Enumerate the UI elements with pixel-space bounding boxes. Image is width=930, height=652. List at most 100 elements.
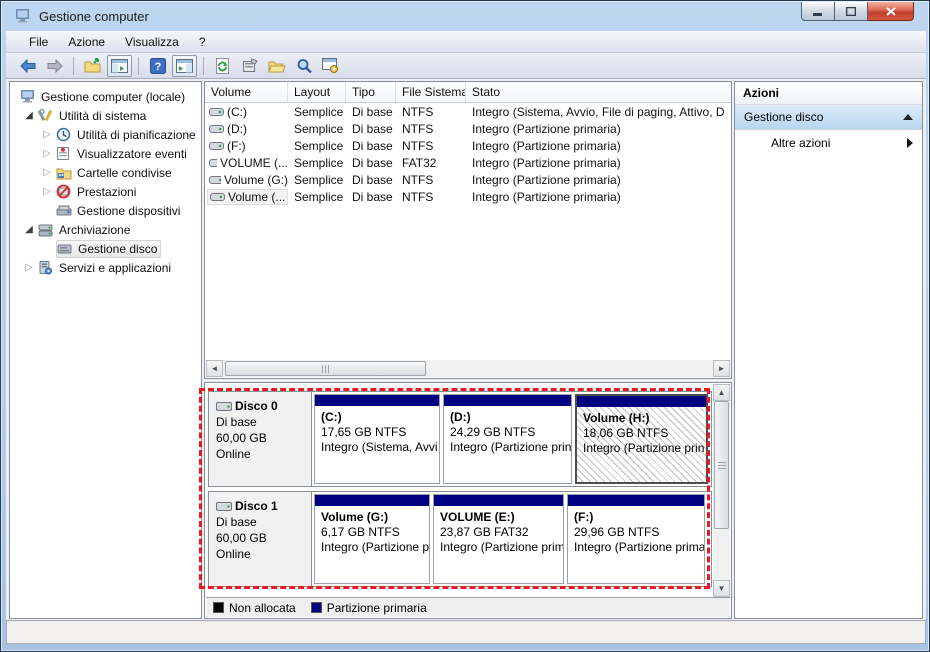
properties-button[interactable] (237, 55, 262, 77)
menu-file[interactable]: File (19, 32, 58, 52)
volume-stato: Integro (Partizione primaria) (472, 138, 621, 153)
menu-bar: File Azione Visualizza ? (6, 31, 926, 53)
back-button[interactable] (15, 55, 40, 77)
volume-row[interactable]: (F:) Semplice Di base NTFS Integro (Part… (205, 137, 731, 154)
tree-item-label: Gestione computer (locale) (41, 89, 186, 104)
open-folder-button[interactable] (264, 55, 289, 77)
volume-icon (209, 141, 224, 150)
tree-item-label: Cartelle condivise (77, 165, 172, 180)
tree-item-archiviazione[interactable]: ◢ Archiviazione (10, 220, 201, 239)
tree-item-utilita-di-pianificazione[interactable]: ▷ Utilità di pianificazione (10, 125, 201, 144)
volume-layout: Semplice (294, 104, 344, 119)
scroll-up-button[interactable]: ▲ (713, 384, 730, 401)
disk-name: Disco 0 (235, 399, 278, 413)
volume-stato: Integro (Partizione primaria) (472, 121, 621, 136)
tree-item-label: Prestazioni (77, 184, 137, 199)
folder-up-button[interactable] (80, 55, 105, 77)
tree-item-gestione-disco[interactable]: ▷ Gestione disco (10, 239, 201, 258)
menu-visualizza[interactable]: Visualizza (115, 32, 189, 52)
expander-collapsed-icon[interactable]: ▷ (38, 186, 56, 197)
partition-h-selected[interactable]: Volume (H:) 18,06 GB NTFS Integro (Parti… (575, 394, 708, 484)
console-tree-panel: Gestione computer (locale) ◢ Utilità di … (9, 81, 202, 619)
minimize-button[interactable] (801, 2, 835, 21)
event-viewer-icon (56, 146, 74, 161)
vertical-scrollbar[interactable]: ▲ ▼ (713, 384, 730, 597)
column-header-layout[interactable]: Layout (288, 82, 346, 102)
volume-stato: Integro (Partizione primaria) (472, 189, 621, 204)
partition-g[interactable]: Volume (G:) 6,17 GB NTFS Integro (Partiz… (314, 494, 430, 584)
volume-name: Volume (... (228, 189, 286, 204)
vertical-scroll-thumb[interactable] (714, 401, 729, 529)
partition-name: (D:) (450, 410, 471, 424)
tree-item-label: Utilità di sistema (59, 108, 147, 123)
partition-primary-bar (444, 395, 571, 406)
show-console-tree-button[interactable] (107, 54, 132, 77)
disk1-label[interactable]: Disco 1 Di base 60,00 GB Online (208, 491, 312, 587)
partition-status: Integro (Partizione prima (574, 540, 705, 554)
partition-size: 17,65 GB NTFS (321, 425, 407, 439)
expander-collapsed-icon[interactable]: ▷ (38, 148, 56, 159)
tree-item-servizi-e-applicazioni[interactable]: ▷ Servizi e applicazioni (10, 258, 201, 277)
show-action-pane-icon (176, 58, 193, 73)
task-scheduler-icon (56, 127, 74, 142)
expander-collapsed-icon[interactable]: ▷ (38, 167, 56, 178)
volume-row[interactable]: Volume (... Semplice Di base NTFS Integr… (205, 188, 731, 205)
tree-item-cartelle-condivise[interactable]: ▷ Cartelle condivise (10, 163, 201, 182)
volume-row[interactable]: (D:) Semplice Di base NTFS Integro (Part… (205, 120, 731, 137)
volume-name: (D:) (227, 121, 247, 136)
status-bar (6, 620, 926, 644)
actions-item-altre-azioni[interactable]: Altre azioni (735, 130, 922, 156)
volume-row[interactable]: Volume (G:) Semplice Di base NTFS Integr… (205, 171, 731, 188)
partition-c[interactable]: (C:) 17,65 GB NTFS Integro (Sistema, Avv… (314, 394, 440, 484)
submenu-arrow-icon (907, 138, 913, 148)
scroll-right-button[interactable]: ► (713, 360, 730, 377)
partition-size: 6,17 GB NTFS (321, 525, 400, 539)
expander-collapsed-icon[interactable]: ▷ (38, 129, 56, 140)
disk-icon (216, 501, 232, 511)
expander-collapsed-icon[interactable]: ▷ (20, 262, 38, 273)
column-header-stato[interactable]: Stato (466, 82, 731, 102)
folder-up-icon (84, 58, 100, 73)
close-button[interactable] (868, 2, 914, 21)
help-icon: ? (149, 57, 166, 74)
tree-item-utilita-di-sistema[interactable]: ◢ Utilità di sistema (10, 106, 201, 125)
column-header-file-sistema[interactable]: File Sistema (396, 82, 466, 102)
manage-button[interactable] (318, 55, 343, 77)
column-header-tipo[interactable]: Tipo (346, 82, 396, 102)
maximize-button[interactable] (835, 2, 868, 21)
tree-item-gestione-dispositivi[interactable]: ▷ Gestione dispositivi (10, 201, 201, 220)
volume-tipo: Di base (352, 138, 393, 153)
tree-item-prestazioni[interactable]: ▷ Prestazioni (10, 182, 201, 201)
volume-tipo: Di base (352, 104, 393, 119)
forward-button[interactable] (42, 55, 67, 77)
find-button[interactable] (291, 55, 316, 77)
expander-expanded-icon[interactable]: ◢ (20, 224, 38, 235)
partition-f[interactable]: (F:) 29,96 GB NTFS Integro (Partizione p… (567, 494, 705, 584)
menu-azione[interactable]: Azione (58, 32, 115, 52)
tree-item-visualizzatore-eventi[interactable]: ▷ Visualizzatore eventi (10, 144, 201, 163)
partition-size: 24,29 GB NTFS (450, 425, 536, 439)
menu-help[interactable]: ? (189, 32, 216, 52)
volume-row[interactable]: (C:) Semplice Di base NTFS Integro (Sist… (205, 103, 731, 120)
show-console-tree-icon (111, 58, 128, 73)
actions-group-gestione-disco[interactable]: Gestione disco (735, 105, 922, 130)
scroll-down-button[interactable]: ▼ (713, 580, 730, 597)
partition-name: Volume (G:) (321, 510, 389, 524)
collapse-icon[interactable] (903, 114, 913, 120)
actions-group-label: Gestione disco (744, 110, 824, 124)
refresh-button[interactable] (210, 55, 235, 77)
title-bar[interactable]: Gestione computer (1, 1, 929, 31)
expander-expanded-icon[interactable]: ◢ (20, 110, 38, 121)
show-action-pane-button[interactable] (172, 54, 197, 77)
partition-e[interactable]: VOLUME (E:) 23,87 GB FAT32 Integro (Part… (433, 494, 564, 584)
partition-d[interactable]: (D:) 24,29 GB NTFS Integro (Partizione p… (443, 394, 572, 484)
scroll-left-button[interactable]: ◄ (206, 360, 223, 377)
horizontal-scroll-thumb[interactable] (225, 361, 426, 376)
column-header-volume[interactable]: Volume (205, 82, 288, 102)
tree-item-gestione-computer[interactable]: Gestione computer (locale) (10, 87, 201, 106)
horizontal-scrollbar[interactable]: ◄ ► (206, 360, 730, 377)
volume-row[interactable]: VOLUME (... Semplice Di base FAT32 Integ… (205, 154, 731, 171)
help-button[interactable]: ? (145, 55, 170, 77)
disk0-label[interactable]: Disco 0 Di base 60,00 GB Online (208, 391, 312, 487)
volume-stato: Integro (Partizione primaria) (472, 172, 621, 187)
